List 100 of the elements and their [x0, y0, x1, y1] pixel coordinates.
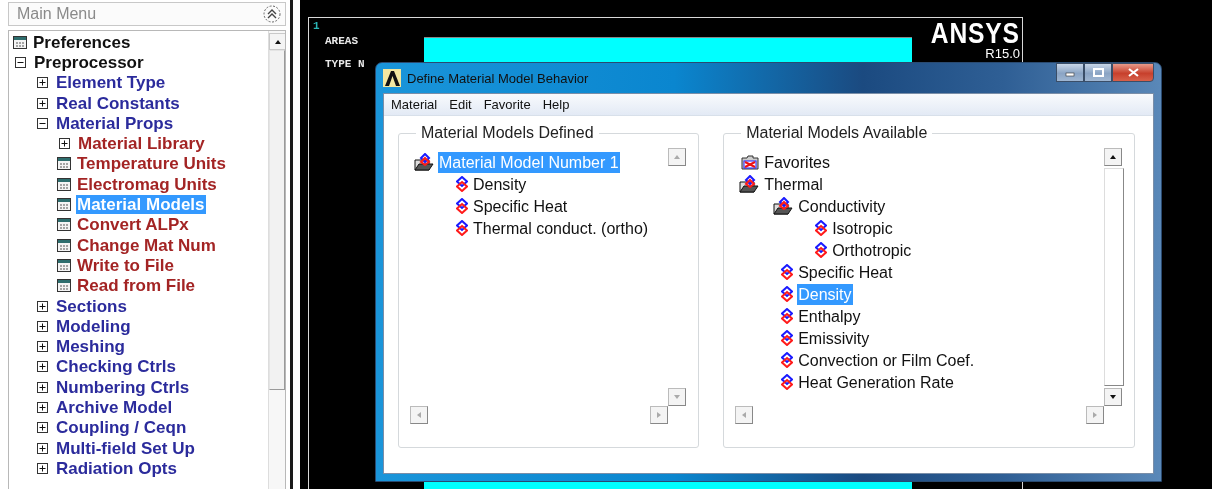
collapse-menu-icon[interactable]: [263, 5, 281, 23]
menu-item[interactable]: Material Library: [77, 134, 206, 154]
expand-icon[interactable]: [37, 422, 48, 434]
scroll-left-button[interactable]: [410, 406, 428, 424]
logo: ANSYS: [930, 20, 1020, 47]
menu-item[interactable]: Material Props: [55, 113, 175, 133]
collapse-icon[interactable]: [37, 117, 48, 129]
material-model-icon: [456, 220, 468, 236]
dialog-window-icon: [57, 238, 71, 252]
menu-item[interactable]: Checking Ctrls: [55, 357, 177, 377]
caret-down-icon: [1109, 393, 1117, 401]
menu-item[interactable]: Change Mat Num: [76, 235, 217, 255]
menu-item[interactable]: Radiation Opts: [55, 458, 178, 478]
menu-item[interactable]: Write to File: [76, 255, 175, 275]
expand-icon[interactable]: [37, 300, 48, 312]
caret-up-icon: [1109, 153, 1117, 161]
tree-item[interactable]: Favorites: [763, 151, 831, 173]
menu-item[interactable]: Element Type: [55, 73, 167, 93]
menu-bar-item[interactable]: Help: [536, 95, 576, 114]
dialog-window-icon: [13, 35, 27, 49]
menu-bar-item[interactable]: Material: [385, 95, 444, 114]
scroll-up-button[interactable]: [1104, 148, 1122, 166]
minimize-button[interactable]: [1056, 63, 1084, 82]
close-icon: [1127, 68, 1139, 77]
tree-item[interactable]: Emissivity: [797, 327, 871, 349]
scrollbar[interactable]: [268, 31, 285, 489]
scrollbar-thumb[interactable]: [269, 50, 285, 390]
menu-item[interactable]: Temperature Units: [76, 154, 227, 174]
tree-item[interactable]: Density: [472, 173, 528, 195]
menu-item[interactable]: Modeling: [55, 316, 132, 336]
dialog-window-icon: [57, 198, 71, 211]
tree-item[interactable]: Specific Heat: [797, 261, 894, 283]
tree-item[interactable]: Conductivity: [797, 195, 887, 217]
collapse-icon[interactable]: [15, 56, 26, 68]
tree-item[interactable]: Thermal: [763, 173, 824, 195]
menu-title: Main Menu: [17, 5, 97, 23]
open-folder-icon[interactable]: [414, 153, 434, 171]
open-folder-icon[interactable]: [773, 197, 794, 215]
version-label: R15.0: [985, 47, 1020, 60]
material-model-icon: [815, 242, 828, 258]
tree-item[interactable]: Thermal conduct. (ortho): [472, 217, 650, 239]
tree-item[interactable]: Isotropic: [831, 217, 894, 239]
menu-item[interactable]: Convert ALPx: [76, 215, 190, 235]
caret-right-icon: [1091, 411, 1099, 419]
menu-item[interactable]: Real Constants: [55, 93, 181, 113]
menu-item[interactable]: Numbering Ctrls: [55, 377, 191, 397]
menu-item[interactable]: Archive Model: [55, 398, 174, 417]
tree-item[interactable]: Heat Generation Rate: [797, 371, 955, 393]
expand-icon[interactable]: [37, 442, 48, 454]
maximize-button[interactable]: [1084, 63, 1112, 82]
menu-item[interactable]: Preferences: [32, 32, 132, 52]
scroll-up-button[interactable]: [269, 33, 285, 50]
menu-item[interactable]: Meshing: [55, 337, 126, 357]
scrollbar-thumb[interactable]: [1104, 168, 1124, 386]
tree-item[interactable]: Specific Heat: [472, 195, 569, 217]
scrollbar[interactable]: [1104, 148, 1124, 406]
material-model-icon: [781, 286, 794, 302]
menu-item[interactable]: Electromag Units: [76, 174, 218, 194]
open-folder-icon[interactable]: [739, 175, 760, 193]
close-button[interactable]: [1112, 63, 1154, 82]
maximize-icon: [1092, 68, 1104, 77]
expand-icon[interactable]: [37, 341, 48, 353]
material-model-icon: [781, 264, 794, 280]
dialog-window-icon: [57, 218, 71, 232]
menu-item[interactable]: Coupling / Ceqn: [55, 418, 188, 438]
tree-item[interactable]: Orthotropic: [831, 239, 913, 261]
menu-item[interactable]: Sections: [55, 296, 128, 316]
menu-bar-item[interactable]: Edit: [443, 95, 478, 114]
material-model-icon: [781, 308, 794, 324]
material-model-icon: [815, 220, 828, 236]
favorites-folder-icon[interactable]: [741, 154, 760, 170]
group-title: Material Models Available: [745, 124, 929, 142]
expand-icon[interactable]: [37, 320, 48, 332]
tree-item[interactable]: Enthalpy: [797, 305, 862, 327]
caret-down-icon: [673, 393, 682, 401]
expand-icon[interactable]: [37, 97, 48, 109]
expand-icon[interactable]: [59, 138, 70, 150]
app-logo-icon: [383, 69, 401, 87]
expand-icon[interactable]: [37, 462, 48, 474]
scroll-left-button[interactable]: [735, 406, 754, 424]
tree-item[interactable]: Convection or Film Coef.: [797, 349, 976, 371]
menu-bar-item[interactable]: Favorite: [477, 95, 537, 114]
scroll-down-button[interactable]: [1104, 388, 1122, 406]
caret-up-icon: [673, 153, 682, 161]
dialog-window-icon: [57, 177, 71, 191]
plot-label: TYPE N: [325, 58, 366, 70]
expand-icon[interactable]: [37, 361, 48, 373]
scroll-right-button[interactable]: [650, 406, 669, 424]
expand-icon[interactable]: [37, 381, 48, 393]
menu-item[interactable]: Multi-field Set Up: [55, 438, 196, 458]
group-title: Material Models Defined: [420, 124, 595, 142]
caret-left-icon: [740, 411, 749, 419]
dialog-window-icon: [57, 279, 71, 293]
material-model-icon: [781, 352, 794, 368]
dialog-window-icon: [57, 258, 71, 272]
caret-left-icon: [415, 411, 423, 419]
menu-item[interactable]: Read from File: [76, 276, 197, 296]
expand-icon[interactable]: [37, 402, 48, 413]
expand-icon[interactable]: [37, 77, 48, 89]
menu-item[interactable]: Preprocessor: [33, 52, 145, 72]
